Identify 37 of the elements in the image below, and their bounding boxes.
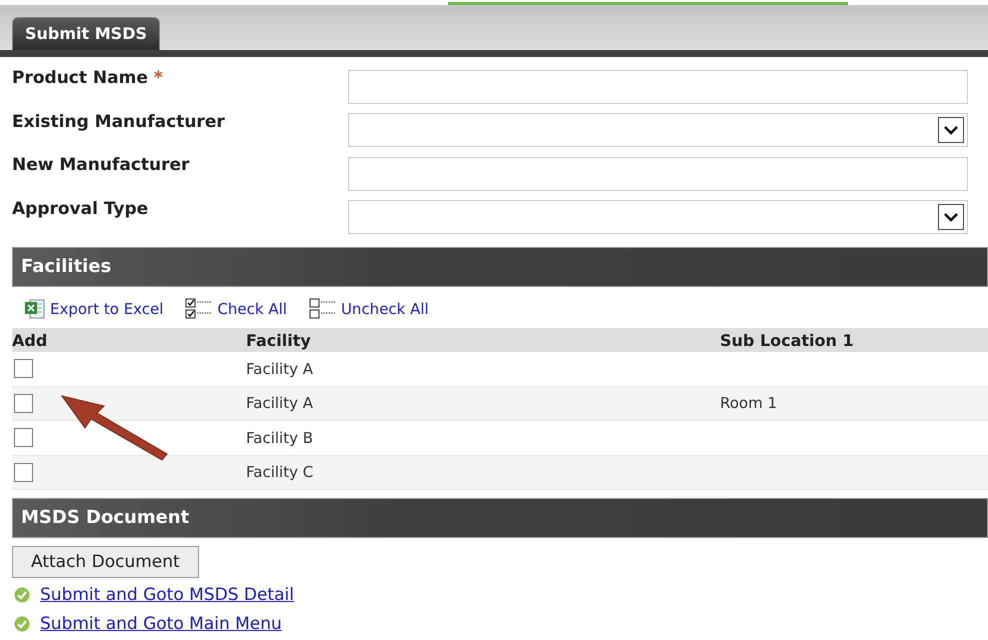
checkbox[interactable] — [14, 428, 33, 448]
tab[interactable]: Submit MSDS — [12, 17, 160, 50]
table-cell: Facility B — [246, 428, 314, 447]
table-cell: Facility C — [246, 463, 314, 482]
section-header: Facilities — [12, 247, 988, 287]
dropdown-field[interactable] — [348, 113, 968, 148]
table-cell: Facility A — [246, 360, 313, 378]
section-header: MSDS Document — [12, 498, 988, 538]
check-circle-icon — [14, 616, 30, 632]
submit-link[interactable]: Submit and Goto MSDS Detail — [40, 584, 294, 604]
checkbox[interactable] — [14, 394, 33, 413]
column-header: Add — [12, 330, 48, 350]
table-cell: Room 1 — [720, 394, 778, 412]
checkbox[interactable] — [14, 462, 33, 482]
field-label: Product Name — [12, 68, 148, 88]
input-field[interactable] — [348, 70, 968, 104]
chevron-down-icon — [944, 126, 958, 135]
checklist-icon — [185, 298, 214, 320]
check-circle-icon — [14, 586, 30, 602]
table-cell: Facility A — [246, 394, 313, 412]
toolbar-link[interactable]: Export to Excel — [50, 300, 164, 318]
checkbox[interactable] — [14, 359, 33, 378]
field-label: Existing Manufacturer — [12, 112, 225, 132]
checklist-icon — [308, 298, 337, 320]
attach-button[interactable]: Attach Document — [12, 546, 199, 578]
required-mark: * — [154, 68, 163, 88]
spreadsheet-icon — [24, 299, 46, 319]
input-field[interactable] — [348, 156, 968, 191]
toolbar-link[interactable]: Check All — [217, 300, 287, 318]
dropdown-field[interactable] — [348, 200, 968, 234]
field-label: Approval Type — [12, 198, 148, 218]
submit-link[interactable]: Submit and Goto Main Menu — [40, 614, 282, 634]
column-header: Sub Location 1 — [720, 330, 855, 350]
field-label: New Manufacturer — [12, 155, 190, 175]
column-header: Facility — [246, 330, 312, 350]
toolbar-link[interactable]: Uncheck All — [340, 300, 429, 318]
chevron-down-icon — [944, 212, 958, 222]
